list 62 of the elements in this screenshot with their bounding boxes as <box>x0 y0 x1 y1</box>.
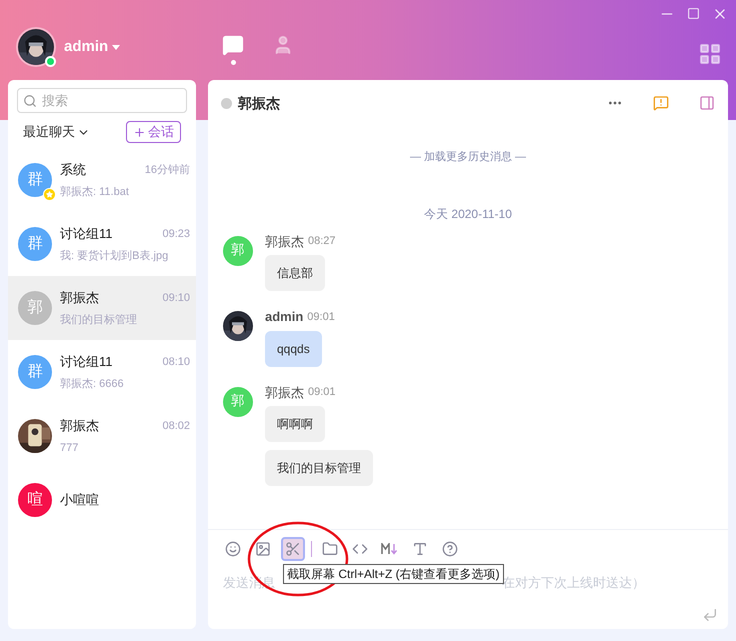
conversation-item[interactable]: 郭 郭振杰 09:10 我们的目标管理 <box>8 276 196 340</box>
conversation-item[interactable]: 喧 小喧喧 <box>8 468 196 532</box>
conversation-name: 讨论组11 <box>60 353 112 371</box>
conversation-preview: 777 <box>60 440 80 456</box>
conversation-time: 09:10 <box>162 290 190 306</box>
conversation-preview: 我: 要货计划到B表.jpg <box>60 248 170 264</box>
sender-name: 郭振杰 <box>265 232 304 250</box>
conversation-name: 小喧喧 <box>60 491 99 510</box>
conversation-name: 郭振杰 <box>60 417 99 435</box>
avatar: 郭 <box>18 291 52 325</box>
search-icon <box>23 94 37 108</box>
speech-bubble-icon[interactable] <box>653 95 669 111</box>
conversation-time: 16分钟前 <box>144 162 190 178</box>
conversation-item[interactable]: 群 讨论组11 09:23 我: 要货计划到B表.jpg <box>8 212 196 276</box>
avatar: 喧 <box>18 483 52 517</box>
plus-icon <box>133 126 146 138</box>
folder-icon <box>322 541 338 557</box>
message-bubble: 啊啊啊 <box>265 406 325 442</box>
sender-name: 郭振杰 <box>265 384 304 402</box>
message-time: 08:27 <box>308 234 336 249</box>
conversation-time: 09:23 <box>162 226 190 242</box>
conversation-item[interactable]: 群 系统 16分钟前 郭振杰: 11.bat <box>8 148 196 212</box>
message-bubble: 信息部 <box>265 255 325 291</box>
screenshot-tool-button[interactable] <box>281 537 305 561</box>
help-icon <box>442 541 458 557</box>
date-divider: 今天 2020-11-10 <box>424 206 512 222</box>
caret-icon <box>112 44 120 50</box>
image-icon <box>255 541 271 557</box>
message-bubble: qqqds <box>265 330 322 366</box>
conversation-preview: 我们的目标管理 <box>60 312 138 328</box>
search-field[interactable]: 搜索 <box>17 88 187 113</box>
avatar: 群 <box>18 355 52 389</box>
smile-icon <box>225 541 241 557</box>
message-time: 09:01 <box>307 310 335 324</box>
text-size-icon <box>412 541 428 557</box>
side-panel-icon[interactable] <box>699 95 715 111</box>
message-time: 09:01 <box>308 385 336 400</box>
scissors-icon <box>285 541 301 557</box>
conversation-name: 郭振杰 <box>60 289 99 307</box>
conversation-name: 讨论组11 <box>60 225 112 243</box>
conversation-time: 08:10 <box>162 354 190 370</box>
tooltip: 截取屏幕 Ctrl+Alt+Z (右键查看更多选项) <box>283 564 504 584</box>
chat-title: 郭振杰 <box>238 94 280 112</box>
avatar: 郭 <box>223 386 253 416</box>
conversation-name: 系统 <box>60 161 86 179</box>
conversation-time: 08:02 <box>162 418 190 434</box>
avatar: 群 <box>18 163 52 197</box>
recent-chats-dropdown[interactable]: 最近聊天 <box>23 122 90 142</box>
apps-grid-icon[interactable] <box>698 42 722 66</box>
send-icon[interactable] <box>702 607 718 623</box>
chat-tab[interactable] <box>221 34 245 64</box>
maximize-icon[interactable] <box>687 7 700 20</box>
markdown-icon <box>381 543 399 555</box>
avatar: 群 <box>18 227 52 261</box>
conversation-item[interactable]: 郭振杰 08:02 777 <box>8 404 196 468</box>
avatar: 郭 <box>223 236 253 266</box>
conversation-preview: 郭振杰: 6666 <box>60 376 125 392</box>
conversation-preview: 郭振杰: 11.bat <box>60 184 130 200</box>
conversation-item[interactable]: 群 讨论组11 08:10 郭振杰: 6666 <box>8 340 196 404</box>
message-bubble: 我们的目标管理 <box>265 450 373 486</box>
sender-name: admin <box>265 308 304 326</box>
new-chat-button[interactable]: 会话 <box>126 121 181 143</box>
